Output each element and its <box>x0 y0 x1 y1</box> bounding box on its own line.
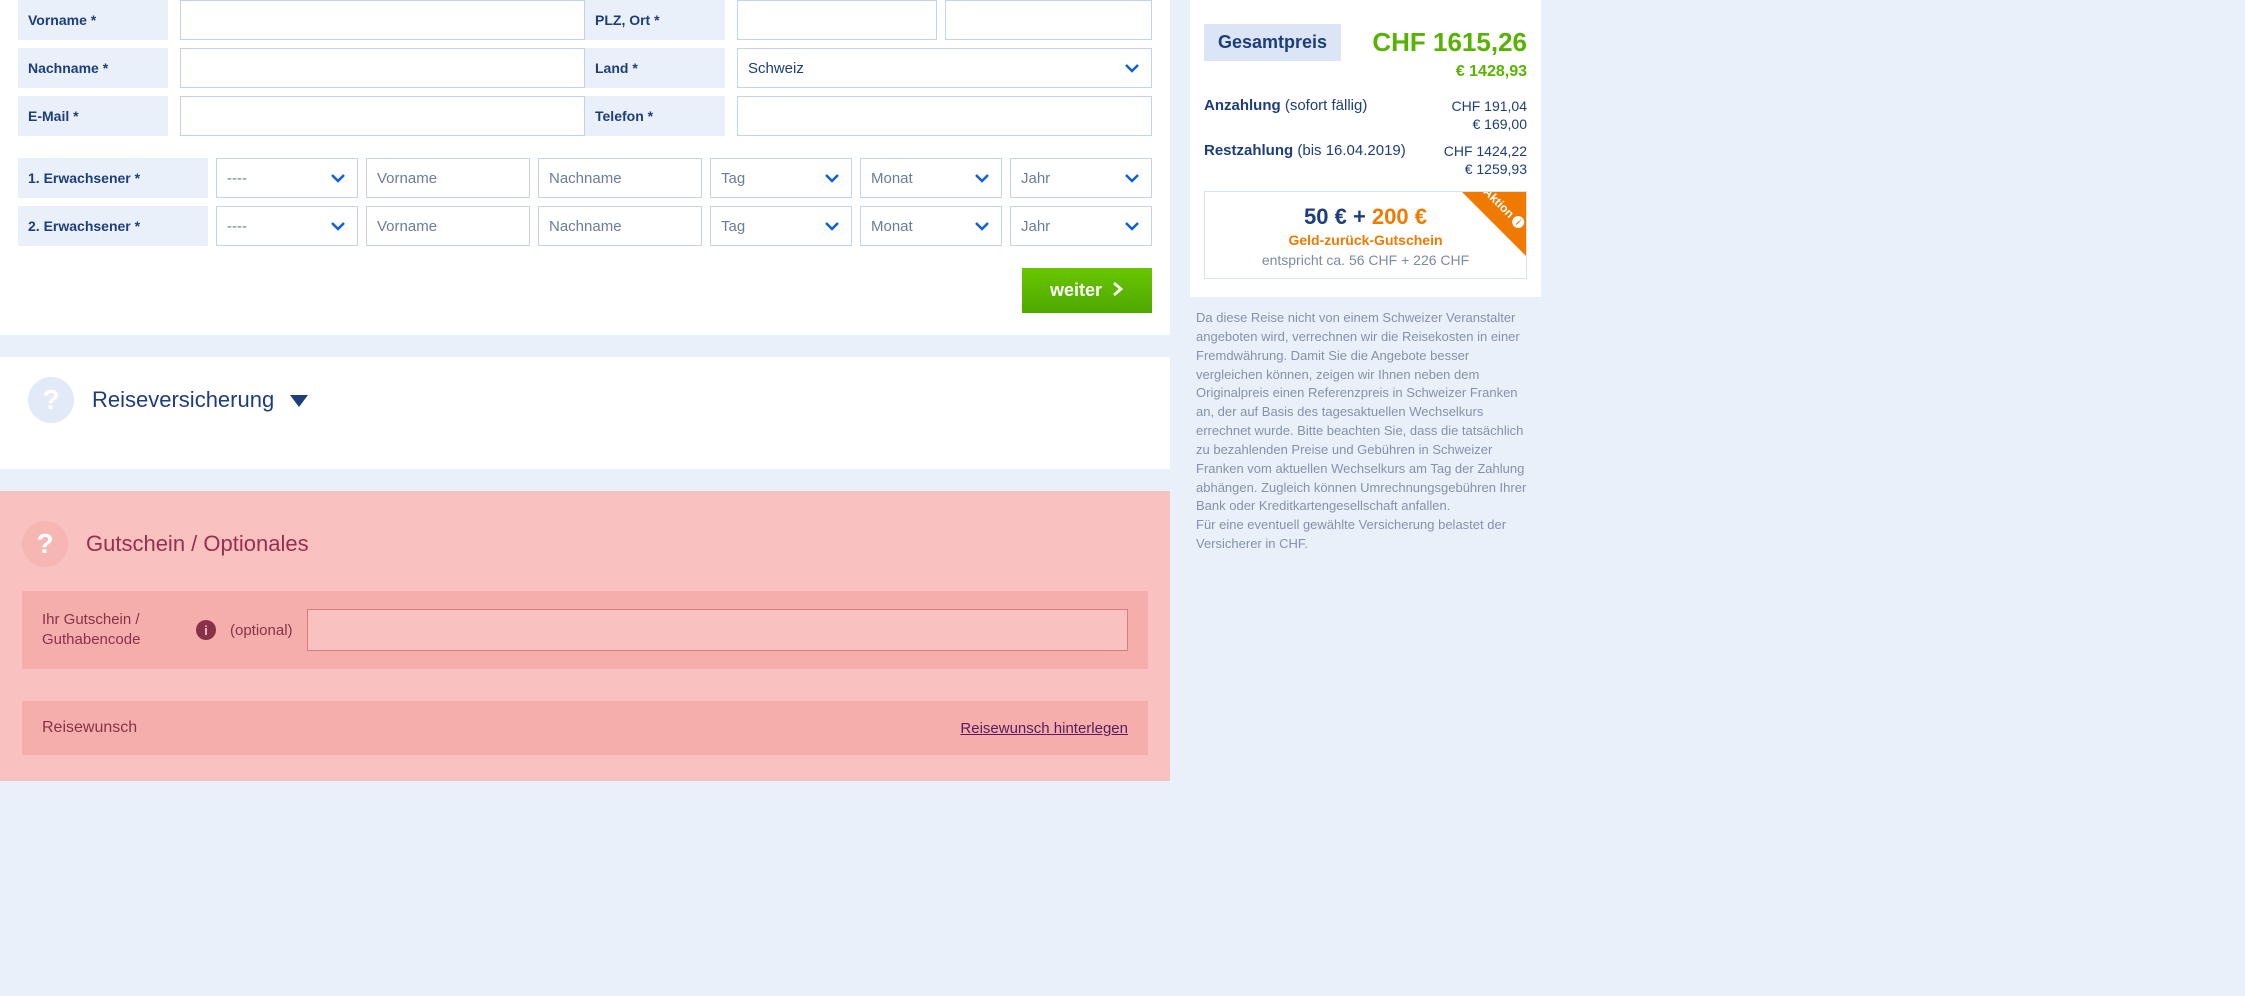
customer-form-panel: Vorname * Nachname * E-Mail * PL <box>0 0 1170 335</box>
traveller-1-year[interactable]: Jahr <box>1010 158 1152 198</box>
traveller-1-vorname[interactable] <box>366 158 530 198</box>
insurance-panel: ? Reiseversicherung <box>0 357 1170 469</box>
traveller-2-month[interactable]: Monat <box>860 206 1002 246</box>
traveller-1-month[interactable]: Monat <box>860 158 1002 198</box>
traveller-2-salutation[interactable]: ---- <box>216 206 358 246</box>
traveller-1-salutation[interactable]: ---- <box>216 158 358 198</box>
traveller-row-1: 1. Erwachsener * ---- Tag Monat <box>18 158 1152 198</box>
rest-eur: € 1259,93 <box>1465 161 1527 177</box>
rest-label: Restzahlung (bis 16.04.2019) <box>1204 142 1406 159</box>
promo-amount-1: 50 € + <box>1304 204 1372 229</box>
travel-wish-label: Reisewunsch <box>42 719 137 737</box>
ort-input[interactable] <box>945 0 1152 40</box>
total-price-label: Gesamtpreis <box>1204 24 1341 61</box>
deposit-chf: CHF 191,04 <box>1452 98 1527 114</box>
help-icon: ? <box>22 521 68 567</box>
travel-wish-link[interactable]: Reisewunsch hinterlegen <box>960 720 1128 737</box>
deposit-eur: € 169,00 <box>1473 116 1528 132</box>
vorname-input[interactable] <box>180 0 585 40</box>
label-email: E-Mail * <box>18 96 168 136</box>
traveller-1-day[interactable]: Tag <box>710 158 852 198</box>
plz-input[interactable] <box>737 0 937 40</box>
voucher-title: Gutschein / Optionales <box>86 531 309 557</box>
voucher-code-input[interactable] <box>307 609 1128 651</box>
land-select[interactable]: Schweiz <box>737 48 1152 88</box>
total-price-eur: € 1428,93 <box>1456 63 1527 81</box>
label-telefon: Telefon * <box>585 96 725 136</box>
promo-box: Aktion i 50 € + 200 € Geld-zurück-Gutsch… <box>1204 191 1527 279</box>
traveller-row-2: 2. Erwachsener * ---- Tag Monat <box>18 206 1152 246</box>
voucher-code-label: Ihr Gutschein / Guthabencode <box>42 610 182 651</box>
voucher-optional-text: (optional) <box>230 622 293 639</box>
info-icon[interactable]: i <box>196 620 216 640</box>
help-icon: ? <box>28 377 74 423</box>
label-land: Land * <box>585 48 725 88</box>
promo-amount-2: 200 € <box>1372 204 1427 229</box>
telefon-input[interactable] <box>737 96 1152 136</box>
insurance-title[interactable]: Reiseversicherung <box>92 387 308 413</box>
total-price-chf: CHF 1615,26 <box>1372 27 1527 58</box>
label-nachname: Nachname * <box>18 48 168 88</box>
price-sidebar: Gesamtpreis CHF 1615,26 € 1428,93 Anzahl… <box>1190 0 1545 781</box>
traveller-2-day[interactable]: Tag <box>710 206 852 246</box>
chevron-right-icon <box>1112 280 1124 301</box>
traveller-2-vorname[interactable] <box>366 206 530 246</box>
rest-chf: CHF 1424,22 <box>1444 143 1527 159</box>
voucher-panel: ? Gutschein / Optionales Ihr Gutschein /… <box>0 491 1170 781</box>
traveller-2-label: 2. Erwachsener * <box>18 206 208 246</box>
email-input[interactable] <box>180 96 585 136</box>
currency-disclaimer: Da diese Reise nicht von einem Schweizer… <box>1190 297 1541 554</box>
triangle-down-icon <box>290 387 308 412</box>
traveller-2-nachname[interactable] <box>538 206 702 246</box>
label-plzort: PLZ, Ort * <box>585 0 725 40</box>
nachname-input[interactable] <box>180 48 585 88</box>
deposit-label: Anzahlung (sofort fällig) <box>1204 97 1367 114</box>
weiter-button[interactable]: weiter <box>1022 268 1152 313</box>
label-vorname: Vorname * <box>18 0 168 40</box>
traveller-1-nachname[interactable] <box>538 158 702 198</box>
traveller-1-label: 1. Erwachsener * <box>18 158 208 198</box>
traveller-2-year[interactable]: Jahr <box>1010 206 1152 246</box>
